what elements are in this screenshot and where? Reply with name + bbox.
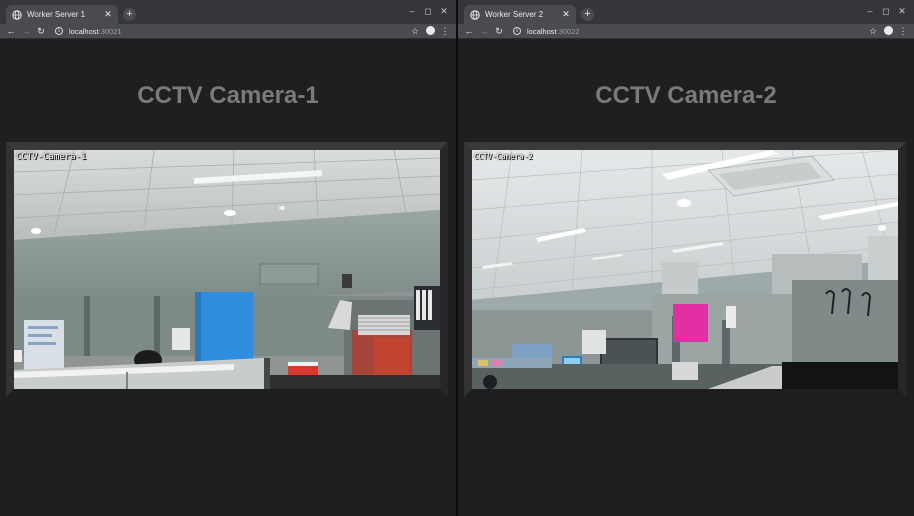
globe-icon — [12, 9, 22, 20]
account-icon[interactable] — [881, 25, 895, 37]
browser-toolbar: ← → ↻ i localhost:30021 ☆ ⋮ — [0, 24, 456, 39]
camera-frame: CCTV-Camera-2 — [464, 142, 906, 397]
camera-feed-image: CCTV-Camera-1 — [14, 150, 440, 389]
reload-icon[interactable]: ↻ — [35, 25, 47, 37]
star-icon[interactable]: ☆ — [866, 25, 880, 37]
tab-worker-server-2[interactable]: Worker Server 2 ✕ — [464, 5, 576, 24]
url-text: localhost:30021 — [69, 27, 122, 36]
globe-icon — [470, 9, 480, 20]
page-content: CCTV Camera-1 CCTV-Camera-1 — [0, 40, 456, 516]
window-close-icon[interactable]: ✕ — [436, 4, 452, 18]
reload-icon[interactable]: ↻ — [493, 25, 505, 37]
camera-overlay-label: CCTV-Camera-2 — [474, 152, 533, 161]
minimize-icon[interactable]: – — [862, 4, 878, 18]
forward-arrow-icon[interactable]: → — [478, 25, 490, 37]
camera-frame: CCTV-Camera-1 — [6, 142, 448, 397]
camera-overlay-label: CCTV-Camera-1 — [16, 152, 87, 162]
tab-strip: Worker Server 2 ✕ + – ◻ ✕ — [458, 0, 914, 24]
star-icon[interactable]: ☆ — [408, 25, 422, 37]
page-title: CCTV Camera-1 — [137, 82, 319, 109]
window-close-icon[interactable]: ✕ — [894, 4, 910, 18]
office-scene-1 — [14, 150, 440, 389]
tab-worker-server-1[interactable]: Worker Server 1 ✕ — [6, 5, 118, 24]
tab-strip: Worker Server 1 ✕ + – ◻ ✕ — [0, 0, 456, 24]
url-port: :30021 — [98, 26, 122, 36]
url-text: localhost:30022 — [527, 27, 580, 36]
plus-icon[interactable]: + — [123, 8, 136, 21]
url-host: localhost — [527, 26, 557, 36]
url-host: localhost — [69, 26, 99, 36]
address-bar[interactable]: i localhost:30022 — [510, 25, 874, 37]
minimize-icon[interactable]: – — [404, 4, 420, 18]
window-controls: – ◻ ✕ — [862, 4, 910, 18]
plus-icon[interactable]: + — [581, 8, 594, 21]
browser-window-worker-server-1: Worker Server 1 ✕ + – ◻ ✕ ← → ↻ i localh… — [0, 0, 456, 516]
browser-window-worker-server-2: Worker Server 2 ✕ + – ◻ ✕ ← → ↻ i localh… — [458, 0, 914, 516]
browser-toolbar: ← → ↻ i localhost:30022 ☆ ⋮ — [458, 24, 914, 39]
maximize-icon[interactable]: ◻ — [420, 4, 436, 18]
maximize-icon[interactable]: ◻ — [878, 4, 894, 18]
address-bar[interactable]: i localhost:30021 — [52, 25, 416, 37]
account-icon[interactable] — [423, 25, 437, 37]
tab-title: Worker Server 1 — [27, 10, 86, 19]
page-content: CCTV Camera-2 CCTV-Camera-2 — [458, 40, 914, 516]
kebab-menu-icon[interactable]: ⋮ — [438, 25, 452, 37]
close-icon[interactable]: ✕ — [560, 9, 572, 20]
info-icon[interactable]: i — [513, 27, 521, 35]
info-icon[interactable]: i — [55, 27, 63, 35]
page-title: CCTV Camera-2 — [595, 82, 777, 109]
back-arrow-icon[interactable]: ← — [463, 25, 475, 37]
url-port: :30022 — [556, 26, 580, 36]
back-arrow-icon[interactable]: ← — [5, 25, 17, 37]
tab-title: Worker Server 2 — [485, 10, 544, 19]
office-scene-2 — [472, 150, 898, 389]
window-controls: – ◻ ✕ — [404, 4, 452, 18]
kebab-menu-icon[interactable]: ⋮ — [896, 25, 910, 37]
camera-feed-image: CCTV-Camera-2 — [472, 150, 898, 389]
forward-arrow-icon[interactable]: → — [20, 25, 32, 37]
close-icon[interactable]: ✕ — [102, 9, 114, 20]
